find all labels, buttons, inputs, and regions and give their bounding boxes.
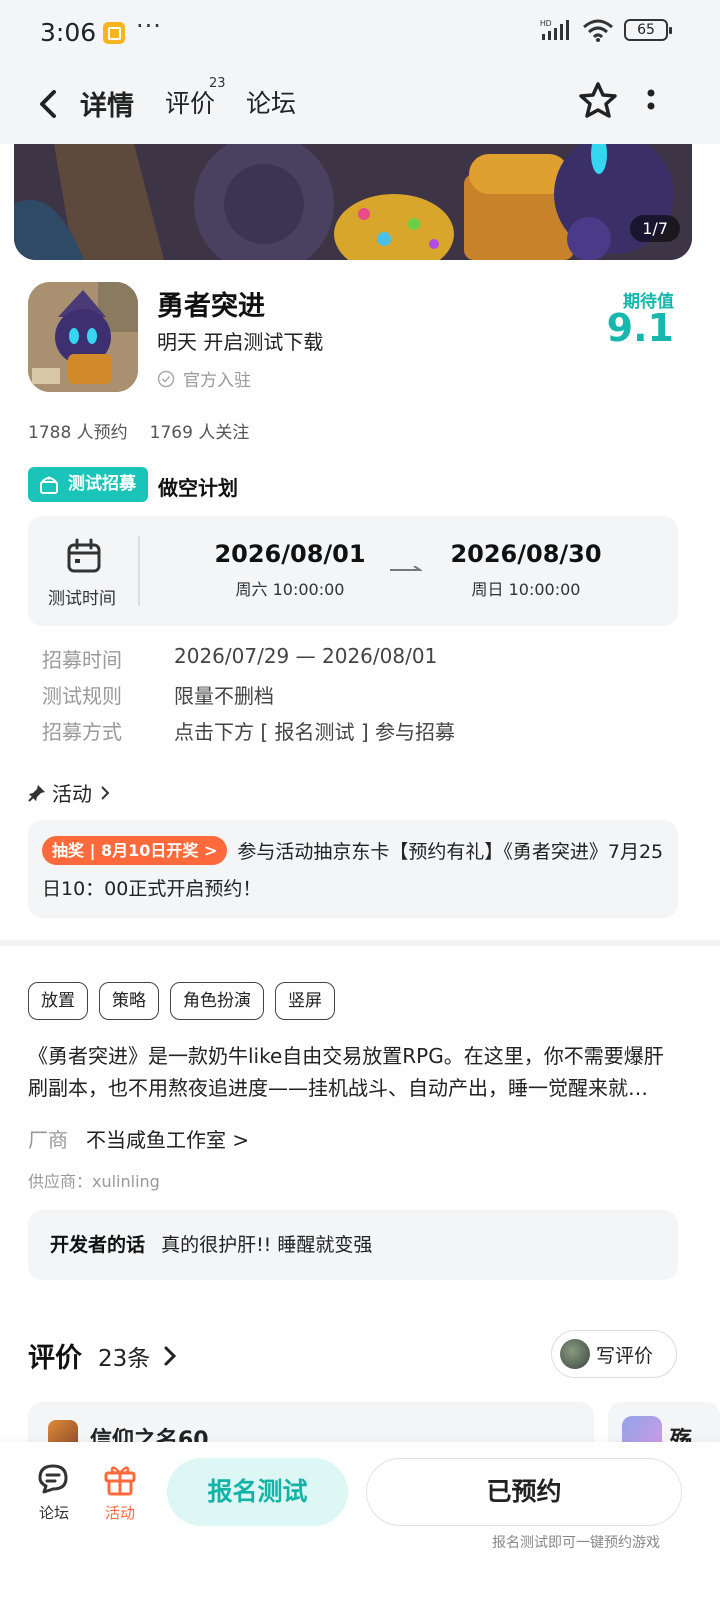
expectation-score: 9.1 <box>606 306 674 350</box>
recruit-plan-name: 做空计划 <box>158 476 238 500</box>
reviews-count: 23条 <box>98 1345 151 1372</box>
banner-page-counter: 1/7 <box>630 215 680 242</box>
chevron-right-icon <box>101 785 110 800</box>
signup-hint: 报名测试即可一键预约游戏 <box>492 1535 660 1551</box>
test-time-label: 测试时间 <box>48 589 116 609</box>
official-label: 官方入驻 <box>183 371 251 391</box>
favorite-star-icon[interactable] <box>578 80 618 120</box>
start-date-block: 2026/08/01 周六 10:00:00 <box>190 540 390 600</box>
battery-icon: 65 <box>624 19 672 41</box>
tag-item[interactable]: 策略 <box>99 982 159 1020</box>
recruit-info-row: 测试规则 限量不删档 <box>42 680 455 716</box>
developer-note-text: 真的很护肝!! 睡醒就变强 <box>161 1234 373 1256</box>
activity-label: 活动 <box>104 1504 135 1522</box>
pin-icon <box>28 784 45 802</box>
tag-list: 放置 策略 角色扮演 竖屏 <box>28 982 335 1020</box>
official-badge: 官方入驻 <box>157 366 251 391</box>
game-icon <box>28 282 138 392</box>
info-key: 招募方式 <box>42 720 122 744</box>
forum-label: 论坛 <box>38 1504 69 1522</box>
reservation-count: 1788 人预约 <box>28 423 128 443</box>
svg-text:HD: HD <box>540 19 552 28</box>
vendor-key: 厂商 <box>28 1128 68 1152</box>
end-time: 周日 10:00:00 <box>471 580 581 599</box>
end-date: 2026/08/30 <box>450 540 602 568</box>
chevron-right-icon <box>164 1346 177 1365</box>
tab-reviews-badge: 23 <box>209 76 226 91</box>
info-key: 招募时间 <box>42 648 122 672</box>
bottom-action-bar: 论坛 活动 报名测试 已预约 报名测试即可一键预约游戏 <box>0 1442 720 1601</box>
game-description[interactable]: 《勇者突进》是一款奶牛like自由交易放置RPG。在这里，你不需要爆肝刷副本，也… <box>28 1040 678 1104</box>
vendor-link[interactable]: 厂商 不当咸鱼工作室 > <box>28 1124 249 1153</box>
status-icons: HD 65 <box>540 18 672 42</box>
wifi-icon <box>583 19 613 42</box>
tag-item[interactable]: 放置 <box>28 982 88 1020</box>
info-value: 限量不删档 <box>174 684 274 708</box>
tab-details[interactable]: 详情 <box>78 84 136 123</box>
back-arrow-icon[interactable] <box>32 84 68 124</box>
banner-artwork <box>14 144 692 260</box>
developer-note-key: 开发者的话 <box>50 1234 146 1256</box>
test-time-card: 测试时间 2026/08/01 周六 10:00:00 2026/08/30 周… <box>28 516 678 626</box>
tag-item[interactable]: 角色扮演 <box>170 982 264 1020</box>
tag-item[interactable]: 竖屏 <box>275 982 335 1020</box>
more-menu-icon[interactable] <box>645 88 657 118</box>
info-key: 测试规则 <box>42 684 122 708</box>
verified-check-icon <box>157 370 175 387</box>
gift-icon <box>104 1466 136 1496</box>
status-time: 3:06 <box>40 18 97 47</box>
start-time: 周六 10:00:00 <box>235 580 345 599</box>
tab-reviews[interactable]: 评价 <box>165 84 215 120</box>
game-subtitle: 明天 开启测试下载 <box>157 330 324 354</box>
write-review-label: 写评价 <box>596 1344 654 1367</box>
reviews-section-link[interactable]: 评价 23条 <box>28 1336 180 1375</box>
notification-app-icon <box>103 22 125 44</box>
divider <box>138 536 140 606</box>
vendor-name: 不当咸鱼工作室 > <box>86 1128 250 1152</box>
activity-card[interactable]: 抽奖 | 8月10日开奖 > 参与活动抽京东卡【预约有礼】《勇者突进》7月25日1… <box>28 820 678 918</box>
reviews-title: 评价 <box>28 1343 82 1374</box>
banner-carousel[interactable]: 1/7 <box>14 144 692 260</box>
developer-note-card: 开发者的话 真的很护肝!! 睡醒就变强 <box>28 1210 678 1280</box>
activity-section-link[interactable]: 活动 <box>28 778 112 807</box>
test-recruit-badge: 测试招募 <box>28 467 148 502</box>
activity-button[interactable]: 活动 <box>90 1462 150 1523</box>
activity-text-block: 抽奖 | 8月10日开奖 > 参与活动抽京东卡【预约有礼】《勇者突进》7月25日1… <box>42 834 664 908</box>
calendar-icon <box>67 538 101 573</box>
tab-details-label: 详情 <box>80 91 134 122</box>
forum-button[interactable]: 论坛 <box>24 1462 84 1523</box>
section-separator <box>0 940 720 946</box>
test-recruit-label: 测试招募 <box>68 474 136 494</box>
tab-forum-label: 论坛 <box>246 89 297 118</box>
follow-count: 1769 人关注 <box>149 423 250 443</box>
recruit-info-list: 招募时间 2026/07/29 — 2026/08/01 测试规则 限量不删档 … <box>42 644 455 752</box>
info-value: 点击下方 [ 报名测试 ] 参与招募 <box>174 720 456 744</box>
test-tag-icon <box>40 476 58 494</box>
more-notifications-icon: ··· <box>136 12 162 40</box>
forum-chat-icon <box>38 1464 68 1494</box>
write-review-button[interactable]: 写评价 <box>551 1330 677 1378</box>
recruit-info-row: 招募时间 2026/07/29 — 2026/08/01 <box>42 644 455 680</box>
signup-test-button[interactable]: 报名测试 <box>167 1458 348 1526</box>
avatar <box>560 1339 590 1369</box>
activity-heading: 活动 <box>52 782 92 806</box>
info-value: 2026/07/29 — 2026/08/01 <box>174 644 438 668</box>
signal-icon: HD <box>540 19 569 40</box>
lottery-badge: 抽奖 | 8月10日开奖 > <box>42 836 228 865</box>
top-nav: 详情 评价 23 论坛 <box>0 66 720 144</box>
supplier-text: 供应商：xulinling <box>28 1172 160 1191</box>
date-range-arrow-icon <box>390 566 422 571</box>
recruit-info-row: 招募方式 点击下方 [ 报名测试 ] 参与招募 <box>42 716 455 752</box>
tab-reviews-label: 评价 <box>165 89 216 118</box>
start-date: 2026/08/01 <box>214 540 366 568</box>
reserved-button[interactable]: 已预约 <box>366 1458 682 1526</box>
tab-forum[interactable]: 论坛 <box>246 84 296 120</box>
stats-row: 1788 人预约 1769 人关注 <box>28 418 249 443</box>
end-date-block: 2026/08/30 周日 10:00:00 <box>426 540 626 600</box>
status-bar: 3:06 ··· HD 65 <box>0 0 720 66</box>
game-title: 勇者突进 <box>157 291 265 322</box>
